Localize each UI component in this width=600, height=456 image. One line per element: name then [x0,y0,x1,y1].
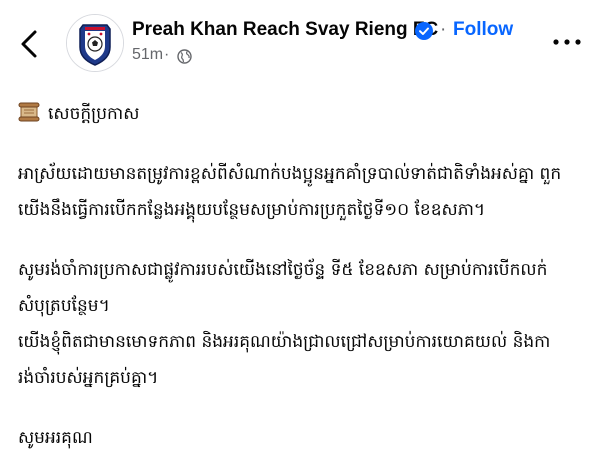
post-text: សេចក្ដីប្រកាស អាស្រ័យដោយមានតម្រូវការខ្ពស… [18,96,588,456]
post-title-line: សេចក្ដីប្រកាស [18,96,588,132]
verified-badge-icon [415,22,433,40]
post-title: សេចក្ដីប្រកាស [48,104,140,124]
back-button[interactable] [14,26,46,62]
more-options-button[interactable] [550,30,584,54]
post-timestamp[interactable]: 51m [132,46,163,64]
chevron-left-icon [21,30,37,58]
page-name-link[interactable]: Preah Khan Reach Svay Rieng FC [132,19,438,41]
follow-button[interactable]: Follow [453,19,513,41]
scroll-icon [18,99,40,122]
paragraph2-line: សំបុត្របន្ថែម។ [18,296,110,316]
header-separator: · [440,19,447,40]
paragraph1-line: យើងនឹងធ្វើការបើកកន្លែងអង្គុយបន្ថែមសម្រាប… [18,200,486,220]
more-options-icon [553,39,581,45]
closing-line: សូមអរគុណ [18,428,93,448]
globe-icon [177,49,192,64]
paragraph2-line: យើងខ្ញុំពិតជាមានមោទកភាព និងអរគុណយ៉ាងជ្រា… [18,332,551,352]
paragraph1-line: អាស្រ័យដោយមានតម្រូវការខ្ពស់ពីសំណាក់បងប្អ… [18,164,562,184]
audience-indicator[interactable] [177,49,192,64]
club-logo-icon [67,15,123,71]
paragraph2-line: រង់ចាំរបស់អ្នកគ្រប់គ្នា។ [18,368,159,388]
post-header: Preah Khan Reach Svay Rieng FC · Follow … [0,0,600,80]
time-separator: · [164,46,170,63]
verified-badge [415,22,433,40]
paragraph2-line: សូមរង់ចាំការប្រកាសជាផ្លូវការរបស់យើងនៅថ្ង… [18,260,548,280]
page-avatar[interactable] [66,14,124,72]
